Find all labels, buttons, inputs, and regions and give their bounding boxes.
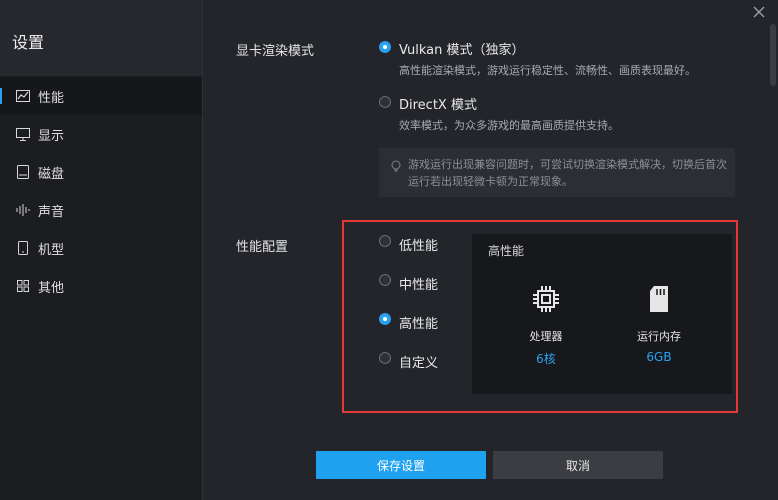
ram-spec-value: 6GB	[646, 350, 672, 364]
sidebar-item-label: 性能	[38, 90, 65, 106]
custom-perf-label[interactable]: 自定义	[399, 352, 438, 371]
memory-card-icon	[619, 282, 699, 316]
vulkan-mode-label[interactable]: Vulkan 模式（独家）	[399, 39, 525, 58]
ram-spec: 运行内存 6GB	[619, 282, 699, 364]
save-settings-button[interactable]: 保存设置	[316, 451, 486, 479]
sidebar-item-label: 磁盘	[38, 166, 65, 182]
sidebar-item-label: 声音	[38, 204, 65, 220]
vulkan-mode-radio[interactable]	[379, 41, 391, 53]
sound-wave-icon	[14, 204, 32, 216]
sidebar-item-label: 显示	[38, 128, 65, 144]
sidebar-item-sound[interactable]: 声音	[0, 191, 202, 229]
mid-perf-label[interactable]: 中性能	[399, 274, 438, 293]
low-perf-radio[interactable]	[379, 235, 391, 247]
sidebar-item-label: 机型	[38, 242, 65, 258]
directx-mode-label[interactable]: DirectX 模式	[399, 94, 477, 113]
mid-perf-radio[interactable]	[379, 274, 391, 286]
scrollbar[interactable]	[770, 24, 776, 86]
sidebar-item-performance[interactable]: 性能	[0, 77, 202, 115]
cpu-spec-name: 处理器	[529, 330, 563, 343]
monitor-icon	[14, 127, 32, 141]
directx-mode-radio[interactable]	[379, 96, 391, 108]
sidebar-item-device-model[interactable]: 机型	[0, 229, 202, 267]
perf-detail-panel: 高性能 处理器 6核 运行内存 6GB	[472, 234, 732, 394]
directx-mode-description: 效率模式，为众多游戏的最高画质提供支持。	[399, 119, 619, 132]
lightbulb-icon	[391, 158, 401, 177]
cpu-spec: 处理器 6核	[506, 282, 586, 367]
cancel-button[interactable]: 取消	[493, 451, 663, 479]
render-mode-tip: 游戏运行出现兼容问题时，可尝试切换渲染模式解决，切换后首次运行若出现轻微卡顿为正…	[379, 148, 735, 197]
grid-icon	[14, 280, 32, 292]
sidebar-item-disk[interactable]: 磁盘	[0, 153, 202, 191]
phone-icon	[14, 241, 32, 255]
tip-text: 游戏运行出现兼容问题时，可尝试切换渲染模式解决，切换后首次运行若出现轻微卡顿为正…	[408, 158, 727, 188]
disk-icon	[14, 165, 32, 179]
close-button[interactable]	[752, 4, 768, 20]
performance-chart-icon	[14, 90, 32, 102]
sidebar-item-label: 其他	[38, 280, 65, 296]
high-perf-radio[interactable]	[379, 313, 391, 325]
low-perf-label[interactable]: 低性能	[399, 235, 438, 254]
ram-spec-name: 运行内存	[637, 330, 681, 343]
sidebar-title: 设置	[12, 33, 45, 52]
vulkan-mode-description: 高性能渲染模式，游戏运行稳定性、流畅性、画质表现最好。	[399, 64, 696, 77]
perf-config-label: 性能配置	[236, 240, 289, 255]
cpu-chip-icon	[506, 282, 586, 316]
sidebar-item-other[interactable]: 其他	[0, 267, 202, 305]
cpu-spec-value: 6核	[536, 352, 556, 366]
sidebar: 设置 性能 显示 磁盘 声音 机型 其他	[0, 0, 203, 500]
high-perf-label[interactable]: 高性能	[399, 313, 438, 332]
close-icon	[753, 6, 765, 18]
render-mode-label: 显卡渲染模式	[236, 44, 315, 59]
sidebar-item-display[interactable]: 显示	[0, 115, 202, 153]
custom-perf-radio[interactable]	[379, 352, 391, 364]
perf-panel-title: 高性能	[488, 244, 525, 258]
